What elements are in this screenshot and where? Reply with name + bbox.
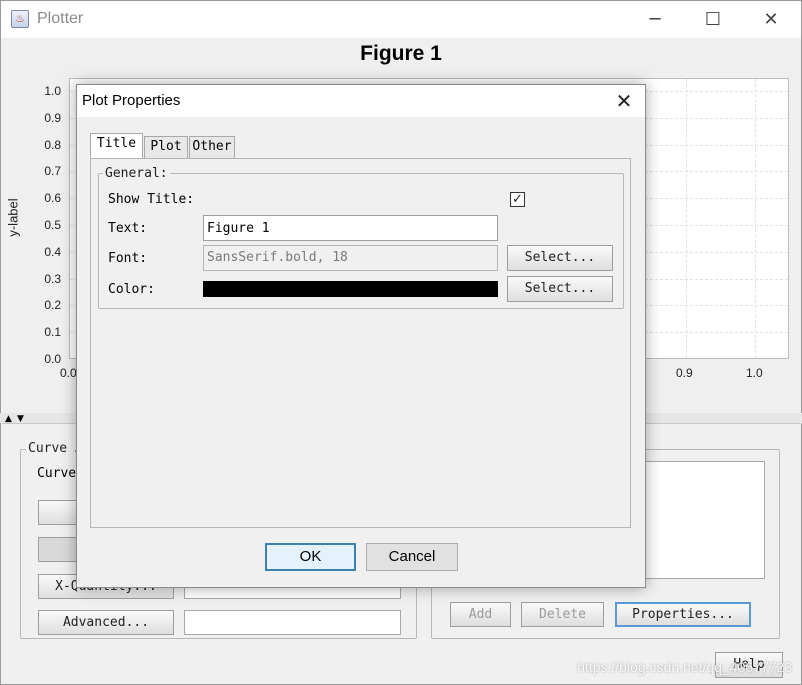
ytick-label: 0.5	[44, 218, 61, 232]
xtick-label: 0.9	[676, 366, 693, 380]
tab-other[interactable]: Other	[189, 136, 235, 158]
properties-button[interactable]: Properties...	[615, 602, 751, 627]
font-select-button[interactable]: Select...	[507, 245, 613, 271]
ytick-label: 0.8	[44, 138, 61, 152]
ok-button[interactable]: OK	[265, 543, 356, 571]
dialog-titlebar[interactable]: Plot Properties ✕	[77, 85, 645, 117]
gridline-v	[686, 79, 687, 358]
minimize-icon[interactable]: ─	[627, 2, 683, 38]
color-swatch	[203, 281, 498, 297]
ytick-label: 0.6	[44, 191, 61, 205]
ytick-label: 0.2	[44, 298, 61, 312]
figure-title: Figure 1	[360, 42, 442, 65]
color-label: Color:	[108, 282, 155, 297]
xtick-label: 1.0	[746, 366, 763, 380]
show-title-label: Show Title:	[108, 192, 195, 207]
xtick-label: 0.0	[60, 366, 77, 380]
close-icon[interactable]: ✕	[743, 2, 799, 38]
ytick-label: 0.7	[44, 164, 61, 178]
y-axis-label: y-label	[5, 198, 21, 237]
curves-list[interactable]	[640, 461, 765, 579]
maximize-icon[interactable]: ☐	[685, 2, 741, 38]
plot-properties-dialog: Plot Properties ✕ Title Plot Other Gener…	[76, 84, 646, 588]
close-icon[interactable]: ✕	[607, 87, 641, 115]
tab-plot[interactable]: Plot	[144, 136, 188, 158]
show-title-checkbox[interactable]: ✓	[510, 192, 525, 207]
window-title: Plotter	[37, 10, 84, 27]
ytick-label: 0.1	[44, 325, 61, 339]
ytick-label: 0.3	[44, 272, 61, 286]
ytick-label: 0.9	[44, 111, 61, 125]
ytick-label: 0.0	[44, 352, 61, 366]
general-group-label: General:	[103, 166, 170, 181]
java-app-icon: ♨	[11, 10, 29, 28]
dialog-title: Plot Properties	[82, 92, 181, 109]
add-button[interactable]: Add	[450, 602, 511, 627]
ytick-label: 0.4	[44, 245, 61, 259]
text-label: Text:	[108, 221, 148, 236]
title-text-input[interactable]	[203, 215, 498, 241]
watermark-text: https://blog.csdn.net/qq_40677723	[577, 659, 792, 675]
window-titlebar[interactable]: ♨ Plotter ─ ☐ ✕	[1, 1, 801, 38]
delete-button[interactable]: Delete	[521, 602, 604, 627]
font-value-field: SansSerif.bold, 18	[203, 245, 498, 271]
ytick-label: 1.0	[44, 84, 61, 98]
color-select-button[interactable]: Select...	[507, 276, 613, 302]
tab-title[interactable]: Title	[90, 133, 143, 158]
cancel-button[interactable]: Cancel	[366, 543, 458, 571]
advanced-button[interactable]: Advanced...	[38, 610, 174, 635]
advanced-field[interactable]	[184, 610, 401, 635]
font-label: Font:	[108, 251, 148, 266]
gridline-v	[755, 79, 756, 358]
curve-label: Curve	[37, 466, 77, 481]
